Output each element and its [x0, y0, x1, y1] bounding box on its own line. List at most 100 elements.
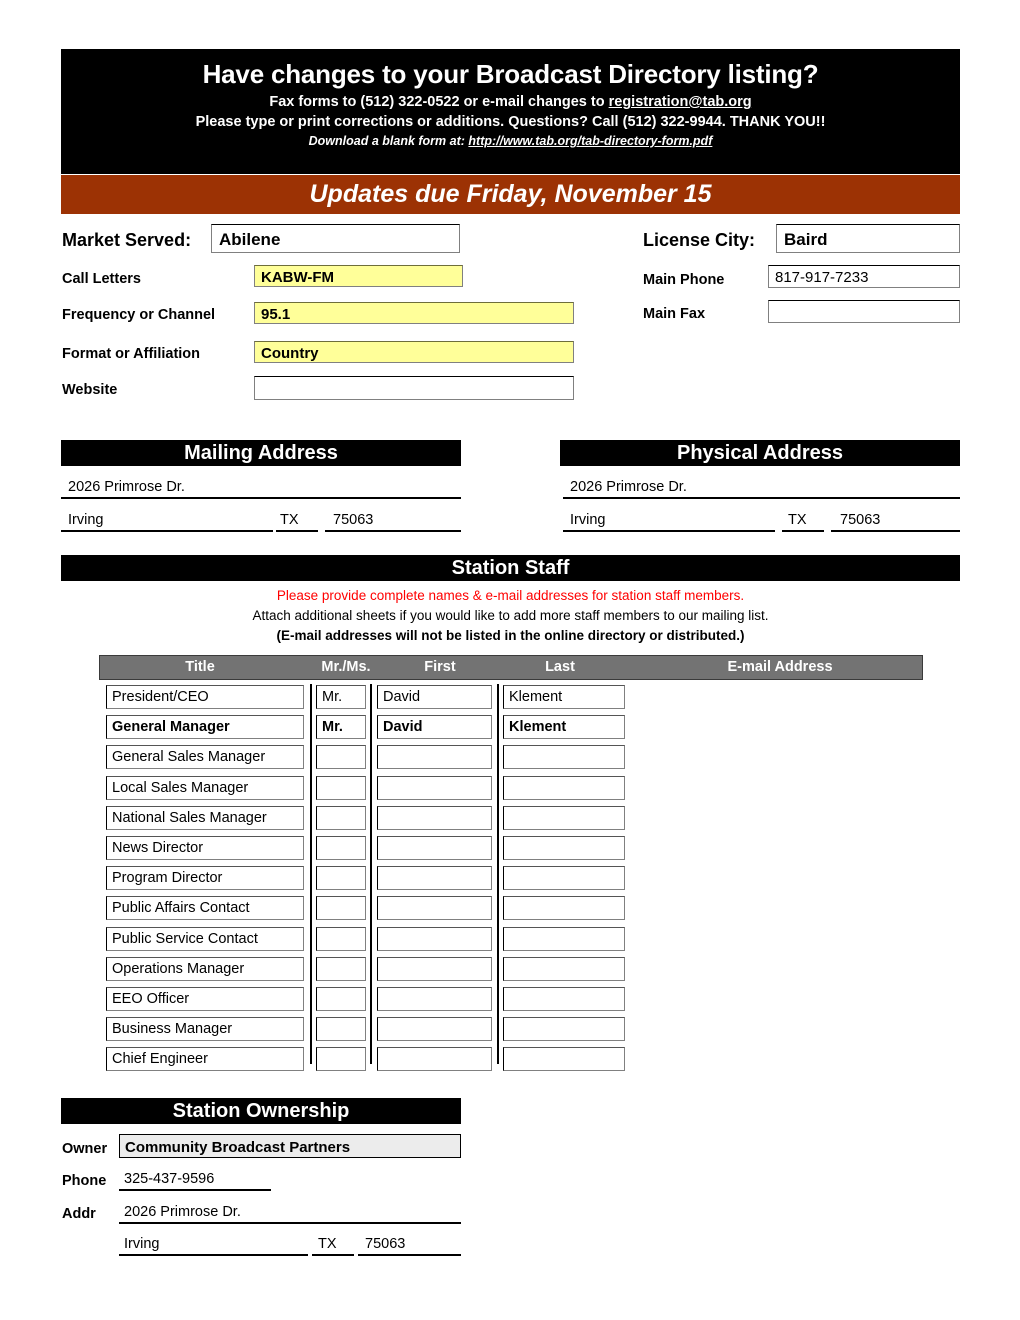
owner-addr-state-underline: [312, 1254, 354, 1256]
owner-addr-city-value[interactable]: Irving: [124, 1236, 159, 1253]
website-label: Website: [62, 382, 118, 398]
staff-col-courtesy: Mr./Ms.: [321, 659, 371, 675]
staff-last-cell[interactable]: [503, 1047, 625, 1072]
physical-zip-underline: [831, 530, 960, 532]
market-served-value: Abilene: [219, 230, 281, 249]
staff-title-value: General Manager: [112, 719, 230, 736]
staff-title-value: President/CEO: [112, 689, 209, 705]
staff-courtesy-cell[interactable]: [316, 866, 366, 891]
staff-courtesy-cell[interactable]: [316, 775, 366, 800]
staff-courtesy-cell[interactable]: [316, 926, 366, 951]
staff-last-cell[interactable]: [503, 866, 625, 891]
staff-courtesy-value: Mr.: [322, 689, 343, 705]
owner-addr-state-value[interactable]: TX: [318, 1236, 337, 1253]
staff-title-value: News Director: [112, 840, 204, 856]
physical-street-value[interactable]: 2026 Primrose Dr.: [570, 479, 687, 496]
staff-first-cell[interactable]: [377, 926, 492, 951]
staff-title-value: Business Manager: [112, 1021, 233, 1038]
staff-courtesy-cell[interactable]: [316, 805, 366, 830]
owner-value: Community Broadcast Partners: [125, 1139, 351, 1156]
physical-street-underline: [563, 497, 960, 499]
staff-first-cell[interactable]: [377, 1017, 492, 1042]
staff-last-cell[interactable]: [503, 745, 625, 770]
physical-city-value[interactable]: Irving: [570, 512, 605, 529]
staff-first-cell[interactable]: [377, 896, 492, 921]
staff-first-cell[interactable]: [377, 987, 492, 1011]
physical-city-underline: [563, 530, 775, 532]
owner-label: Owner: [62, 1141, 108, 1157]
staff-last-cell[interactable]: [503, 956, 625, 981]
staff-first-cell[interactable]: [377, 805, 492, 830]
staff-courtesy-cell[interactable]: [316, 745, 366, 770]
staff-last-cell[interactable]: [503, 1017, 625, 1042]
staff-title-value: EEO Officer: [112, 991, 190, 1007]
staff-courtesy-cell[interactable]: [316, 956, 366, 981]
owner-addr-street-value[interactable]: 2026 Primrose Dr.: [124, 1204, 241, 1221]
staff-first-cell[interactable]: [377, 1047, 492, 1072]
staff-rule-2: [370, 684, 372, 1064]
banner-fax-line: Fax forms to (512) 322-0522 or e-mail ch…: [61, 92, 960, 112]
mailing-city-value[interactable]: Irving: [68, 512, 103, 529]
physical-state-underline: [782, 530, 824, 532]
banner-fax-text: Fax forms to (512) 322-0522 or e-mail ch…: [269, 94, 609, 110]
staff-courtesy-cell[interactable]: [316, 987, 366, 1011]
staff-title-value: Program Director: [112, 870, 223, 887]
mailing-street-value[interactable]: 2026 Primrose Dr.: [68, 479, 185, 496]
staff-last-cell[interactable]: [503, 987, 625, 1011]
registration-email-link[interactable]: registration@tab.org: [609, 94, 752, 110]
frequency-label: Frequency or Channel: [62, 307, 216, 323]
staff-title-value: General Sales Manager: [112, 749, 266, 766]
physical-zip-value[interactable]: 75063: [840, 512, 880, 529]
staff-first-cell[interactable]: [377, 745, 492, 770]
staff-title-value: National Sales Manager: [112, 809, 267, 826]
staff-courtesy-cell[interactable]: [316, 896, 366, 921]
staff-last-cell[interactable]: [503, 805, 625, 830]
owner-addr-label: Addr: [62, 1206, 96, 1222]
license-city-label: License City:: [643, 230, 756, 250]
license-city-value: Baird: [784, 230, 828, 249]
physical-state-value[interactable]: TX: [788, 512, 807, 529]
staff-note-attach: Attach additional sheets if you would li…: [252, 608, 769, 623]
staff-last-cell[interactable]: [503, 836, 625, 860]
frequency-input[interactable]: [254, 302, 574, 324]
owner-phone-underline: [119, 1189, 271, 1191]
staff-first-value: David: [383, 719, 423, 736]
staff-first-cell[interactable]: [377, 956, 492, 981]
mailing-city-underline: [61, 530, 273, 532]
staff-note-privacy: (E-mail addresses will not be listed in …: [276, 628, 745, 643]
main-phone-label: Main Phone: [643, 272, 725, 288]
due-date-bar: Updates due Friday, November 15: [61, 175, 960, 214]
staff-first-cell[interactable]: [377, 775, 492, 800]
call-letters-value: KABW-FM: [261, 269, 335, 286]
owner-phone-value[interactable]: 325-437-9596: [124, 1171, 214, 1188]
format-value: Country: [261, 345, 319, 362]
staff-last-cell[interactable]: [503, 926, 625, 951]
staff-col-last: Last: [545, 659, 575, 675]
owner-addr-street-underline: [119, 1222, 461, 1224]
staff-rule-3: [497, 684, 499, 1064]
staff-first-cell[interactable]: [377, 836, 492, 860]
form-page: Have changes to your Broadcast Directory…: [0, 0, 1020, 1320]
main-fax-label: Main Fax: [643, 306, 706, 322]
staff-courtesy-cell[interactable]: [316, 1017, 366, 1042]
banner-download-line: Download a blank form at: http://www.tab…: [61, 132, 960, 150]
staff-last-cell[interactable]: [503, 896, 625, 921]
staff-last-cell[interactable]: [503, 775, 625, 800]
physical-address-header: Physical Address: [560, 440, 960, 466]
staff-first-cell[interactable]: [377, 866, 492, 891]
header-banner: Have changes to your Broadcast Directory…: [61, 49, 960, 174]
staff-courtesy-cell[interactable]: [316, 836, 366, 860]
blank-form-link[interactable]: http://www.tab.org/tab-directory-form.pd…: [468, 134, 712, 148]
staff-first-value: David: [383, 689, 421, 705]
website-input[interactable]: [254, 376, 574, 400]
mailing-zip-value[interactable]: 75063: [333, 512, 373, 529]
mailing-state-value[interactable]: TX: [280, 512, 299, 529]
owner-phone-label: Phone: [62, 1173, 107, 1189]
staff-courtesy-cell[interactable]: [316, 1047, 366, 1072]
owner-addr-zip-value[interactable]: 75063: [365, 1236, 405, 1253]
format-label: Format or Affiliation: [62, 346, 201, 362]
main-fax-input[interactable]: [768, 300, 960, 323]
staff-title-value: Public Affairs Contact: [112, 900, 250, 917]
market-served-label: Market Served:: [62, 230, 192, 250]
staff-last-value: Klement: [509, 719, 567, 736]
